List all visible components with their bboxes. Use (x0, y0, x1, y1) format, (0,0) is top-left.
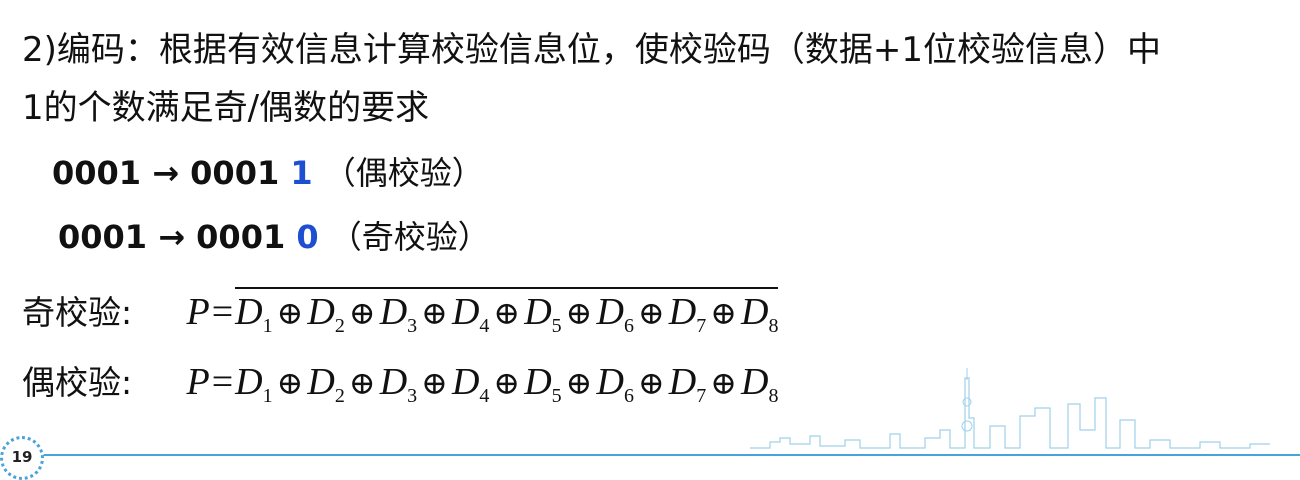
heading-line-2: 1的个数满足奇/偶数的要求 (22, 88, 430, 128)
formula-terms: D1 ⊕ D2 ⊕ D3 ⊕ D4 ⊕ D5 ⊕ D6 ⊕ D7 ⊕ D8 (235, 287, 779, 337)
xor-operator: ⊕ (637, 365, 665, 401)
variable-subscript: 7 (696, 315, 707, 337)
xor-operator: ⊕ (421, 365, 448, 401)
variable-subscript: 4 (479, 385, 490, 407)
data-bit-variable: D4 (451, 361, 490, 407)
data-bit-variable: D2 (307, 361, 345, 407)
even-parity-formula: 偶校验: P=D1 ⊕ D2 ⊕ D3 ⊕ D4 ⊕ D5 ⊕ D6 ⊕ D7 ⊕ D8 (22, 356, 778, 408)
odd-parity-formula: 奇校验: P=D1 ⊕ D2 ⊕ D3 ⊕ D4 ⊕ D5 ⊕ D6 ⊕ D7 ⊕ D8 (22, 286, 779, 338)
variable-subscript: 7 (696, 385, 707, 407)
variable-subscript: 3 (407, 315, 418, 337)
variable-subscript: 6 (623, 315, 634, 337)
data-bit-variable: D1 (235, 361, 273, 407)
data-bit-variable: D3 (379, 361, 418, 407)
variable-subscript: 2 (334, 315, 345, 337)
variable-subscript: 8 (768, 315, 779, 337)
xor-operator: ⊕ (493, 295, 521, 331)
xor-operator: ⊕ (348, 365, 376, 401)
data-bit-variable: D3 (379, 291, 418, 337)
formula-lhs: P (186, 291, 210, 333)
variable-subscript: 2 (334, 385, 345, 407)
example-data: 0001 (58, 218, 148, 256)
xor-operator: ⊕ (565, 365, 593, 401)
page-number-badge: 19 (0, 436, 44, 480)
arrow: → (158, 218, 186, 256)
example-code: 0001 (190, 154, 280, 192)
heading-line-1: 2)编码：根据有效信息计算校验信息位，使校验码（数据+1位校验信息）中 (22, 30, 1162, 70)
example-label: （奇校验） (329, 218, 490, 256)
data-bit-variable: D6 (596, 291, 634, 337)
data-bit-variable: D1 (235, 291, 273, 337)
formula-label: 偶校验: (22, 363, 133, 402)
example-code: 0001 (196, 218, 286, 256)
formula-equals: = (211, 361, 234, 403)
arrow: → (152, 154, 180, 192)
data-bit-variable: D7 (668, 361, 707, 407)
variable-subscript: 6 (623, 385, 634, 407)
example-even-parity: 0001 → 0001 1 （偶校验） (52, 148, 484, 194)
data-bit-variable: D5 (524, 291, 562, 337)
variable-subscript: 1 (262, 315, 273, 337)
city-skyline-decoration (750, 368, 1270, 449)
parity-bit: 0 (296, 218, 319, 256)
xor-operator: ⊕ (565, 295, 593, 331)
footer-rule (40, 454, 1300, 456)
variable-subscript: 5 (551, 315, 562, 337)
variable-subscript: 4 (479, 315, 490, 337)
xor-operator: ⊕ (710, 295, 738, 331)
data-bit-variable: D4 (451, 291, 490, 337)
example-label: （偶校验） (323, 154, 484, 192)
formula-lhs: P (186, 361, 210, 403)
xor-operator: ⊕ (493, 365, 521, 401)
variable-subscript: 3 (407, 385, 418, 407)
xor-operator: ⊕ (637, 295, 665, 331)
data-bit-variable: D6 (596, 361, 634, 407)
data-bit-variable: D2 (307, 291, 345, 337)
data-bit-variable: D7 (668, 291, 707, 337)
xor-operator: ⊕ (276, 365, 304, 401)
xor-operator: ⊕ (276, 295, 304, 331)
example-data: 0001 (52, 154, 142, 192)
formula-terms: D1 ⊕ D2 ⊕ D3 ⊕ D4 ⊕ D5 ⊕ D6 ⊕ D7 ⊕ D8 (235, 361, 778, 407)
parity-bit: 1 (290, 154, 313, 192)
formula-label: 奇校验: (22, 293, 133, 332)
variable-subscript: 1 (262, 385, 273, 407)
data-bit-variable: D5 (524, 361, 562, 407)
example-odd-parity: 0001 → 0001 0 （奇校验） (58, 212, 490, 258)
data-bit-variable: D8 (741, 291, 779, 337)
xor-operator: ⊕ (421, 295, 448, 331)
variable-subscript: 5 (551, 385, 562, 407)
xor-operator: ⊕ (710, 365, 738, 401)
formula-equals: = (211, 291, 234, 333)
xor-operator: ⊕ (348, 295, 376, 331)
